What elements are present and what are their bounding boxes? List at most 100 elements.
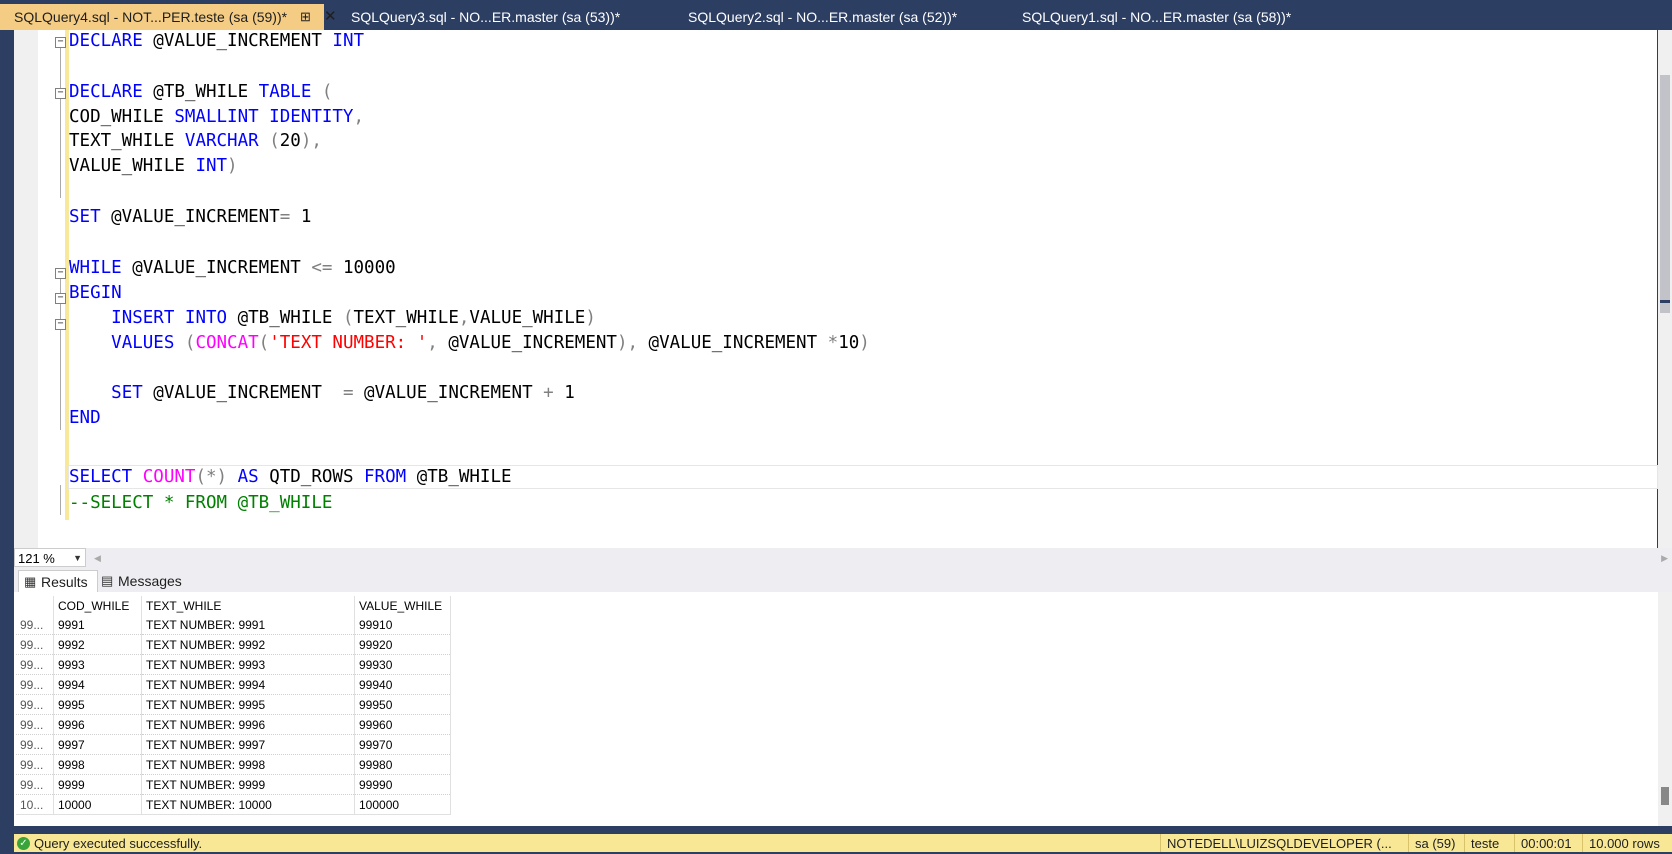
table-cell[interactable]: TEXT NUMBER: 10000 xyxy=(141,794,355,815)
row-number-cell[interactable]: 99... xyxy=(16,694,54,715)
table-row[interactable]: 99... 9994 TEXT NUMBER: 9994 99940 xyxy=(16,674,451,695)
column-header[interactable]: COD_WHILE xyxy=(53,596,142,615)
row-number-cell[interactable]: 99... xyxy=(16,734,54,755)
close-icon[interactable]: ✕ xyxy=(324,4,337,30)
table-row[interactable]: 99... 9996 TEXT NUMBER: 9996 99960 xyxy=(16,714,451,735)
table-cell[interactable]: 99970 xyxy=(354,734,451,755)
variable: @VALUE_INCREMENT xyxy=(142,31,333,51)
code-line[interactable]: INSERT INTO @TB_WHILE (TEXT_WHILE,VALUE_… xyxy=(69,307,596,329)
pin-icon[interactable]: ⊞ xyxy=(300,4,311,30)
table-cell[interactable]: 9994 xyxy=(53,674,142,695)
row-number-cell[interactable]: 99... xyxy=(16,714,54,735)
code-line[interactable]: SET @VALUE_INCREMENT = @VALUE_INCREMENT … xyxy=(69,382,575,404)
code-line[interactable]: VALUE_WHILE INT) xyxy=(69,155,238,177)
table-cell[interactable]: 9993 xyxy=(53,654,142,675)
tab-sqlquery2[interactable]: SQLQuery2.sql - NO...ER.master (sa (52))… xyxy=(688,6,957,28)
table-cell[interactable]: TEXT NUMBER: 9991 xyxy=(141,615,355,635)
table-cell[interactable]: 9999 xyxy=(53,774,142,795)
scroll-left-icon[interactable]: ◀ xyxy=(94,548,101,568)
table-cell[interactable]: 9997 xyxy=(53,734,142,755)
table-row[interactable]: 99... 9995 TEXT NUMBER: 9995 99950 xyxy=(16,694,451,715)
column-header-rownum[interactable] xyxy=(16,596,54,615)
results-grid[interactable]: COD_WHILE TEXT_WHILE VALUE_WHILE 99... 99… xyxy=(14,592,1658,826)
table-cell[interactable]: 9996 xyxy=(53,714,142,735)
tab-sqlquery3[interactable]: SQLQuery3.sql - NO...ER.master (sa (53))… xyxy=(351,6,620,28)
results-table[interactable]: COD_WHILE TEXT_WHILE VALUE_WHILE 99... 99… xyxy=(16,596,451,815)
code-line[interactable]: --SELECT * FROM @TB_WHILE xyxy=(69,492,332,514)
row-number-cell[interactable]: 99... xyxy=(16,634,54,655)
table-cell[interactable]: 9991 xyxy=(53,615,142,635)
column-name: COD_WHILE xyxy=(69,107,175,127)
table-row[interactable]: 99... 9993 TEXT NUMBER: 9993 99930 xyxy=(16,654,451,675)
scrollbar-thumb[interactable] xyxy=(1660,75,1670,313)
table-cell[interactable]: TEXT NUMBER: 9999 xyxy=(141,774,355,795)
table-row[interactable]: 99... 9997 TEXT NUMBER: 9997 99970 xyxy=(16,734,451,755)
column-header[interactable]: VALUE_WHILE xyxy=(354,596,451,615)
keyword: VALUES xyxy=(111,333,175,353)
table-cell[interactable]: 99980 xyxy=(354,754,451,775)
code-line[interactable]: SET @VALUE_INCREMENT= 1 xyxy=(69,206,311,228)
row-number-cell[interactable]: 99... xyxy=(16,654,54,675)
table-row[interactable]: 10... 10000 TEXT NUMBER: 10000 100000 xyxy=(16,794,451,815)
tab-sqlquery1[interactable]: SQLQuery1.sql - NO...ER.master (sa (58))… xyxy=(1022,6,1291,28)
table-cell[interactable]: TEXT NUMBER: 9996 xyxy=(141,714,355,735)
code-line[interactable]: DECLARE @VALUE_INCREMENT INT xyxy=(69,30,364,52)
table-cell[interactable]: 99940 xyxy=(354,674,451,695)
code-line[interactable]: END xyxy=(69,407,101,429)
collapse-icon[interactable]: − xyxy=(55,293,66,304)
table-cell[interactable]: 99950 xyxy=(354,694,451,715)
code-line[interactable]: TEXT_WHILE VARCHAR (20), xyxy=(69,130,322,152)
table-cell[interactable]: TEXT NUMBER: 9995 xyxy=(141,694,355,715)
table-cell[interactable]: 99930 xyxy=(354,654,451,675)
table-row[interactable]: 99... 9998 TEXT NUMBER: 9998 99980 xyxy=(16,754,451,775)
editor-vertical-scrollbar[interactable] xyxy=(1658,30,1672,548)
operator: ), xyxy=(616,333,639,353)
keyword: DECLARE xyxy=(69,82,143,102)
table-row[interactable]: 99... 9992 TEXT NUMBER: 9992 99920 xyxy=(16,634,451,655)
table-cell[interactable]: 99960 xyxy=(354,714,451,735)
table-cell[interactable]: 9992 xyxy=(53,634,142,655)
row-number-cell[interactable]: 99... xyxy=(16,674,54,695)
row-number-cell[interactable]: 99... xyxy=(16,774,54,795)
table-cell[interactable]: TEXT NUMBER: 9997 xyxy=(141,734,355,755)
datatype: SMALLINT IDENTITY xyxy=(174,107,354,127)
collapse-icon[interactable]: − xyxy=(55,268,66,279)
code-line[interactable]: DECLARE @TB_WHILE TABLE ( xyxy=(69,81,332,103)
code-line[interactable]: VALUES (CONCAT('TEXT NUMBER: ', @VALUE_I… xyxy=(69,332,870,354)
column-header[interactable]: TEXT_WHILE xyxy=(141,596,355,615)
table-cell[interactable]: TEXT NUMBER: 9992 xyxy=(141,634,355,655)
collapse-icon[interactable]: − xyxy=(55,319,66,330)
table-cell[interactable]: TEXT NUMBER: 9994 xyxy=(141,674,355,695)
zoom-select[interactable]: 121 % ▼ xyxy=(14,548,86,567)
tab-results[interactable]: ▦ Results xyxy=(18,570,98,593)
collapse-icon[interactable]: − xyxy=(55,88,66,99)
table-cell[interactable]: 9995 xyxy=(53,694,142,715)
code-line[interactable]: WHILE @VALUE_INCREMENT <= 10000 xyxy=(69,257,396,279)
results-vertical-scrollbar[interactable] xyxy=(1658,592,1672,826)
code-line[interactable]: BEGIN xyxy=(69,282,122,304)
scrollbar-thumb[interactable] xyxy=(1661,787,1669,805)
row-number-cell[interactable]: 99... xyxy=(16,754,54,775)
tab-sqlquery4[interactable]: SQLQuery4.sql - NOT...PER.teste (sa (59)… xyxy=(0,4,337,30)
table-cell[interactable]: 99920 xyxy=(354,634,451,655)
row-number-cell[interactable]: 10... xyxy=(16,794,54,815)
collapse-icon[interactable]: − xyxy=(55,37,66,48)
table-cell[interactable]: 9998 xyxy=(53,754,142,775)
operator: , xyxy=(458,308,470,328)
chevron-down-icon[interactable]: ▼ xyxy=(73,549,82,568)
code-line[interactable]: SELECT COUNT(*) AS QTD_ROWS FROM @TB_WHI… xyxy=(69,466,512,488)
tab-messages[interactable]: ▤ Messages xyxy=(96,570,198,592)
table-row[interactable]: 99... 9991 TEXT NUMBER: 9991 99910 xyxy=(16,615,451,635)
table-cell[interactable]: 99990 xyxy=(354,774,451,795)
table-cell[interactable]: 100000 xyxy=(354,794,451,815)
table-cell[interactable]: 99910 xyxy=(354,615,451,635)
table-cell[interactable]: TEXT NUMBER: 9998 xyxy=(141,754,355,775)
table-cell[interactable]: 10000 xyxy=(53,794,142,815)
row-number-cell[interactable]: 99... xyxy=(16,615,54,635)
code-line[interactable]: COD_WHILE SMALLINT IDENTITY, xyxy=(69,106,364,128)
operator: ( xyxy=(258,333,270,353)
table-row[interactable]: 99... 9999 TEXT NUMBER: 9999 99990 xyxy=(16,774,451,795)
scroll-right-icon[interactable]: ▶ xyxy=(1661,548,1668,568)
table-cell[interactable]: TEXT NUMBER: 9993 xyxy=(141,654,355,675)
